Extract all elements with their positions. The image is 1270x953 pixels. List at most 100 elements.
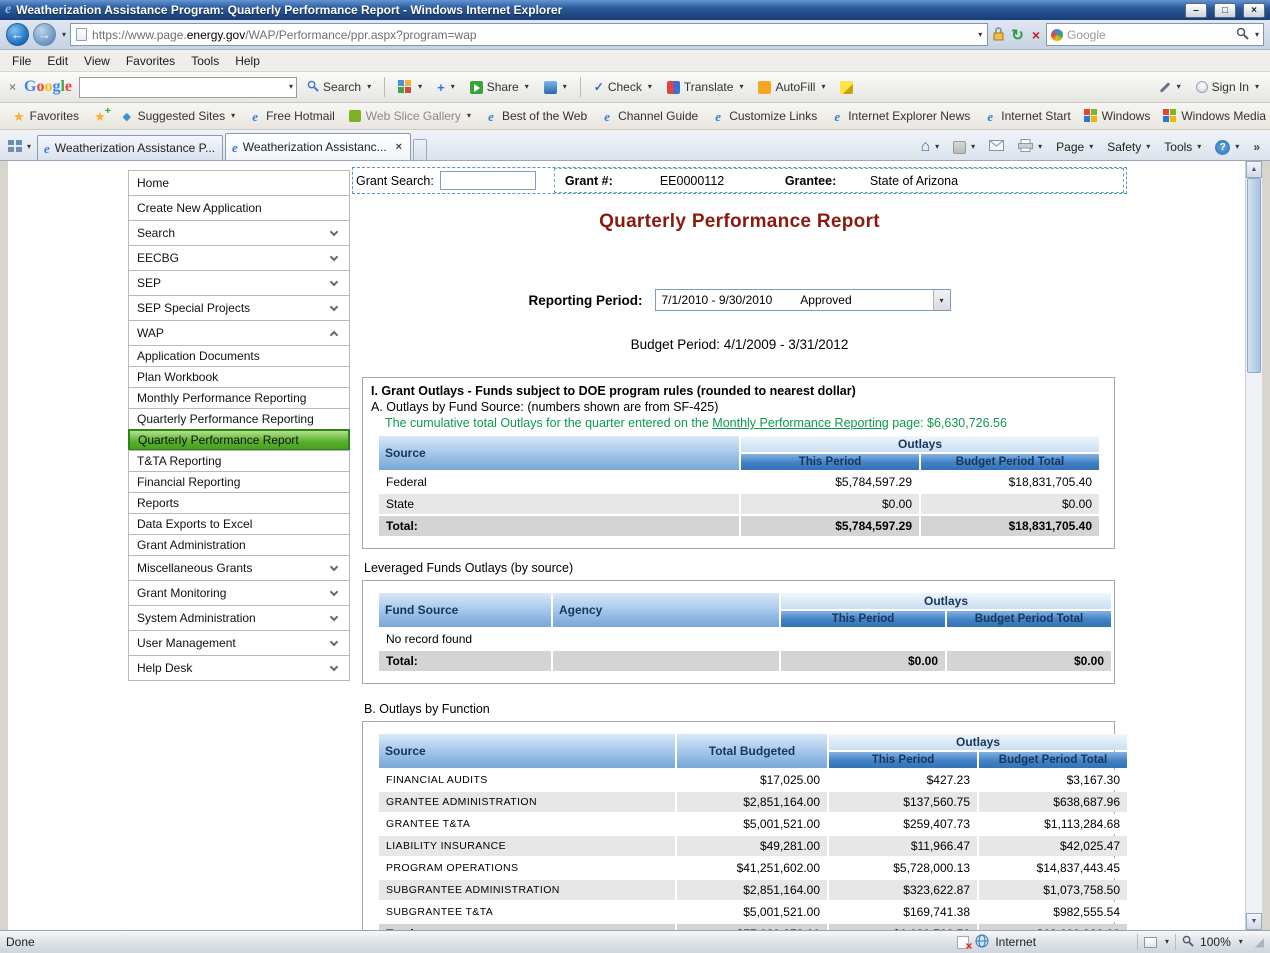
search-box[interactable]: ▾ bbox=[1046, 23, 1264, 46]
menu-file[interactable]: File bbox=[4, 51, 39, 71]
menu-tools[interactable]: Tools bbox=[183, 51, 227, 71]
sidebar-item-grant-administration[interactable]: Grant Administration bbox=[128, 534, 350, 556]
tab-1[interactable]: e Weatherization Assistance P... bbox=[37, 135, 223, 160]
column-header-budget-period-total[interactable]: Budget Period Total bbox=[979, 752, 1127, 768]
favorites-item-free-hotmail[interactable]: eFree Hotmail bbox=[242, 106, 341, 126]
scroll-up-button[interactable]: ▲ bbox=[1246, 161, 1262, 178]
sidebar-item-create-new-application[interactable]: Create New Application bbox=[128, 195, 350, 221]
sidewiki-button[interactable]: ▾ bbox=[539, 78, 572, 97]
sidebar-item-sep[interactable]: SEP bbox=[128, 270, 350, 296]
safety-menu-button[interactable]: Safety▾ bbox=[1101, 134, 1156, 160]
search-input[interactable] bbox=[1067, 28, 1232, 42]
sidebar-item-help-desk[interactable]: Help Desk bbox=[128, 655, 350, 681]
favorites-item-web-slice-gallery[interactable]: Web Slice Gallery▾ bbox=[342, 106, 477, 126]
zoom-dropdown[interactable]: ▾ bbox=[1239, 938, 1243, 946]
sidebar-item-grant-monitoring[interactable]: Grant Monitoring bbox=[128, 580, 350, 606]
autofill-button[interactable]: AutoFill▾ bbox=[753, 77, 830, 97]
vertical-scrollbar[interactable]: ▲ ▼ bbox=[1245, 161, 1262, 930]
scroll-down-button[interactable]: ▼ bbox=[1246, 913, 1262, 930]
sidebar-item-sep-special-projects[interactable]: SEP Special Projects bbox=[128, 295, 350, 321]
tab-list-dropdown[interactable]: ▾ bbox=[27, 143, 31, 151]
minimize-button[interactable]: – bbox=[1185, 3, 1207, 18]
search-dropdown[interactable]: ▾ bbox=[1255, 31, 1259, 39]
back-button[interactable]: ← bbox=[6, 23, 29, 46]
scrollbar-track[interactable] bbox=[1246, 178, 1262, 913]
address-dropdown[interactable]: ▾ bbox=[978, 31, 982, 39]
close-toolbar-icon[interactable]: × bbox=[6, 80, 19, 94]
bookmarks-button[interactable]: ▾ bbox=[393, 77, 427, 97]
refresh-button[interactable]: ↻ bbox=[1009, 26, 1026, 44]
sidebar-item-monthly-performance-reporting[interactable]: Monthly Performance Reporting bbox=[128, 387, 350, 409]
view-mode-icon[interactable] bbox=[1144, 937, 1157, 948]
grant-search-input[interactable] bbox=[440, 171, 536, 190]
sidebar-item-eecbg[interactable]: EECBG bbox=[128, 245, 350, 271]
forward-button[interactable]: → bbox=[33, 23, 56, 46]
toolbar-search-button[interactable]: Search ▾ bbox=[302, 77, 376, 98]
toolbar-options-button[interactable]: ▾ bbox=[1154, 80, 1186, 94]
tab-2-active[interactable]: e Weatherization Assistanc... × bbox=[225, 133, 411, 160]
sidebar-item-wap[interactable]: WAP bbox=[128, 320, 350, 346]
address-bar[interactable]: https://www.page.energy.gov/WAP/Performa… bbox=[70, 23, 988, 46]
recent-pages-dropdown[interactable]: ▾ bbox=[62, 31, 66, 39]
maximize-button[interactable]: □ bbox=[1214, 3, 1236, 18]
column-header-this-period[interactable]: This Period bbox=[781, 611, 945, 627]
reporting-period-select[interactable]: 7/1/2010 - 9/30/2010 Approved ▾ bbox=[655, 289, 951, 311]
menu-edit[interactable]: Edit bbox=[39, 51, 76, 71]
help-button[interactable]: ?▾ bbox=[1209, 134, 1245, 160]
monthly-performance-reporting-link[interactable]: Monthly Performance Reporting bbox=[712, 416, 888, 430]
highlighter-button[interactable] bbox=[835, 78, 858, 97]
column-header-this-period[interactable]: This Period bbox=[829, 752, 977, 768]
sidebar-item-quarterly-performance-reporting[interactable]: Quarterly Performance Reporting bbox=[128, 408, 350, 430]
favorites-item-channel-guide[interactable]: eChannel Guide bbox=[594, 106, 704, 126]
column-header-budget-period-total[interactable]: Budget Period Total bbox=[947, 611, 1111, 627]
sidebar-item-financial-reporting[interactable]: Financial Reporting bbox=[128, 471, 350, 493]
home-button[interactable]: ⌂▾ bbox=[914, 134, 945, 160]
toolbar-search-field[interactable]: ▾ bbox=[79, 77, 297, 98]
tools-menu-button[interactable]: Tools▾ bbox=[1158, 134, 1207, 160]
scrollbar-thumb[interactable] bbox=[1247, 178, 1261, 373]
read-mail-button[interactable] bbox=[983, 134, 1010, 160]
close-button[interactable]: × bbox=[1243, 3, 1265, 18]
sidebar-item-reports[interactable]: Reports bbox=[128, 492, 350, 514]
sidebar-item-plan-workbook[interactable]: Plan Workbook bbox=[128, 366, 350, 388]
zoom-level[interactable]: 100% bbox=[1200, 935, 1231, 949]
spellcheck-button[interactable]: ✓Check▾ bbox=[589, 77, 657, 97]
new-tab-stub[interactable] bbox=[413, 139, 427, 160]
menu-help[interactable]: Help bbox=[227, 51, 268, 71]
toolbar-overflow-button[interactable]: » bbox=[1247, 134, 1266, 160]
sidebar-item-system-administration[interactable]: System Administration bbox=[128, 605, 350, 631]
menu-favorites[interactable]: Favorites bbox=[118, 51, 183, 71]
share-button[interactable]: Share▾ bbox=[465, 77, 534, 97]
favorites-item-windows-media[interactable]: Windows Media bbox=[1157, 106, 1270, 126]
favorites-item-ie-news[interactable]: eInternet Explorer News bbox=[824, 106, 976, 126]
favorites-item-internet-start[interactable]: eInternet Start bbox=[977, 106, 1076, 126]
search-magnifier-icon[interactable] bbox=[1236, 27, 1249, 43]
chevron-down-icon[interactable]: ▾ bbox=[933, 290, 950, 310]
add-favorite-button[interactable]: ★ bbox=[87, 107, 113, 126]
sidebar-item-data-exports-to-excel[interactable]: Data Exports to Excel bbox=[128, 513, 350, 535]
print-button[interactable]: ▾ bbox=[1012, 134, 1048, 160]
sidebar-item-miscellaneous-grants[interactable]: Miscellaneous Grants bbox=[128, 555, 350, 581]
add-widget-button[interactable]: +▾ bbox=[432, 77, 460, 98]
favorites-item-customize-links[interactable]: eCustomize Links bbox=[705, 106, 823, 126]
favorites-item-best-of-the-web[interactable]: eBest of the Web bbox=[478, 106, 593, 126]
toolbar-search-dropdown[interactable]: ▾ bbox=[289, 83, 293, 91]
favorites-button[interactable]: ★Favorites bbox=[6, 106, 86, 126]
sidebar-item-search[interactable]: Search bbox=[128, 220, 350, 246]
sidebar-item-application-documents[interactable]: Application Documents bbox=[128, 345, 350, 367]
sidebar-item-home[interactable]: Home bbox=[128, 170, 350, 196]
column-header-budget-period-total[interactable]: Budget Period Total bbox=[921, 454, 1099, 470]
feeds-button[interactable]: ▾ bbox=[947, 134, 981, 160]
favorites-item-suggested-sites[interactable]: ◆Suggested Sites▾ bbox=[114, 106, 241, 126]
page-menu-button[interactable]: Page▾ bbox=[1050, 134, 1099, 160]
stop-button[interactable]: × bbox=[1030, 27, 1042, 43]
sidebar-item-tta-reporting[interactable]: T&TA Reporting bbox=[128, 450, 350, 472]
translate-button[interactable]: Translate▾ bbox=[662, 77, 749, 97]
favorites-item-windows[interactable]: Windows bbox=[1078, 106, 1157, 126]
toolbar-search-input[interactable] bbox=[83, 80, 287, 94]
sign-in-button[interactable]: Sign In▾ bbox=[1191, 77, 1264, 97]
sidebar-item-user-management[interactable]: User Management bbox=[128, 630, 350, 656]
chevron-down-icon[interactable]: ▾ bbox=[1165, 938, 1169, 946]
tab-close-button[interactable]: × bbox=[394, 141, 404, 153]
column-header-this-period[interactable]: This Period bbox=[741, 454, 919, 470]
